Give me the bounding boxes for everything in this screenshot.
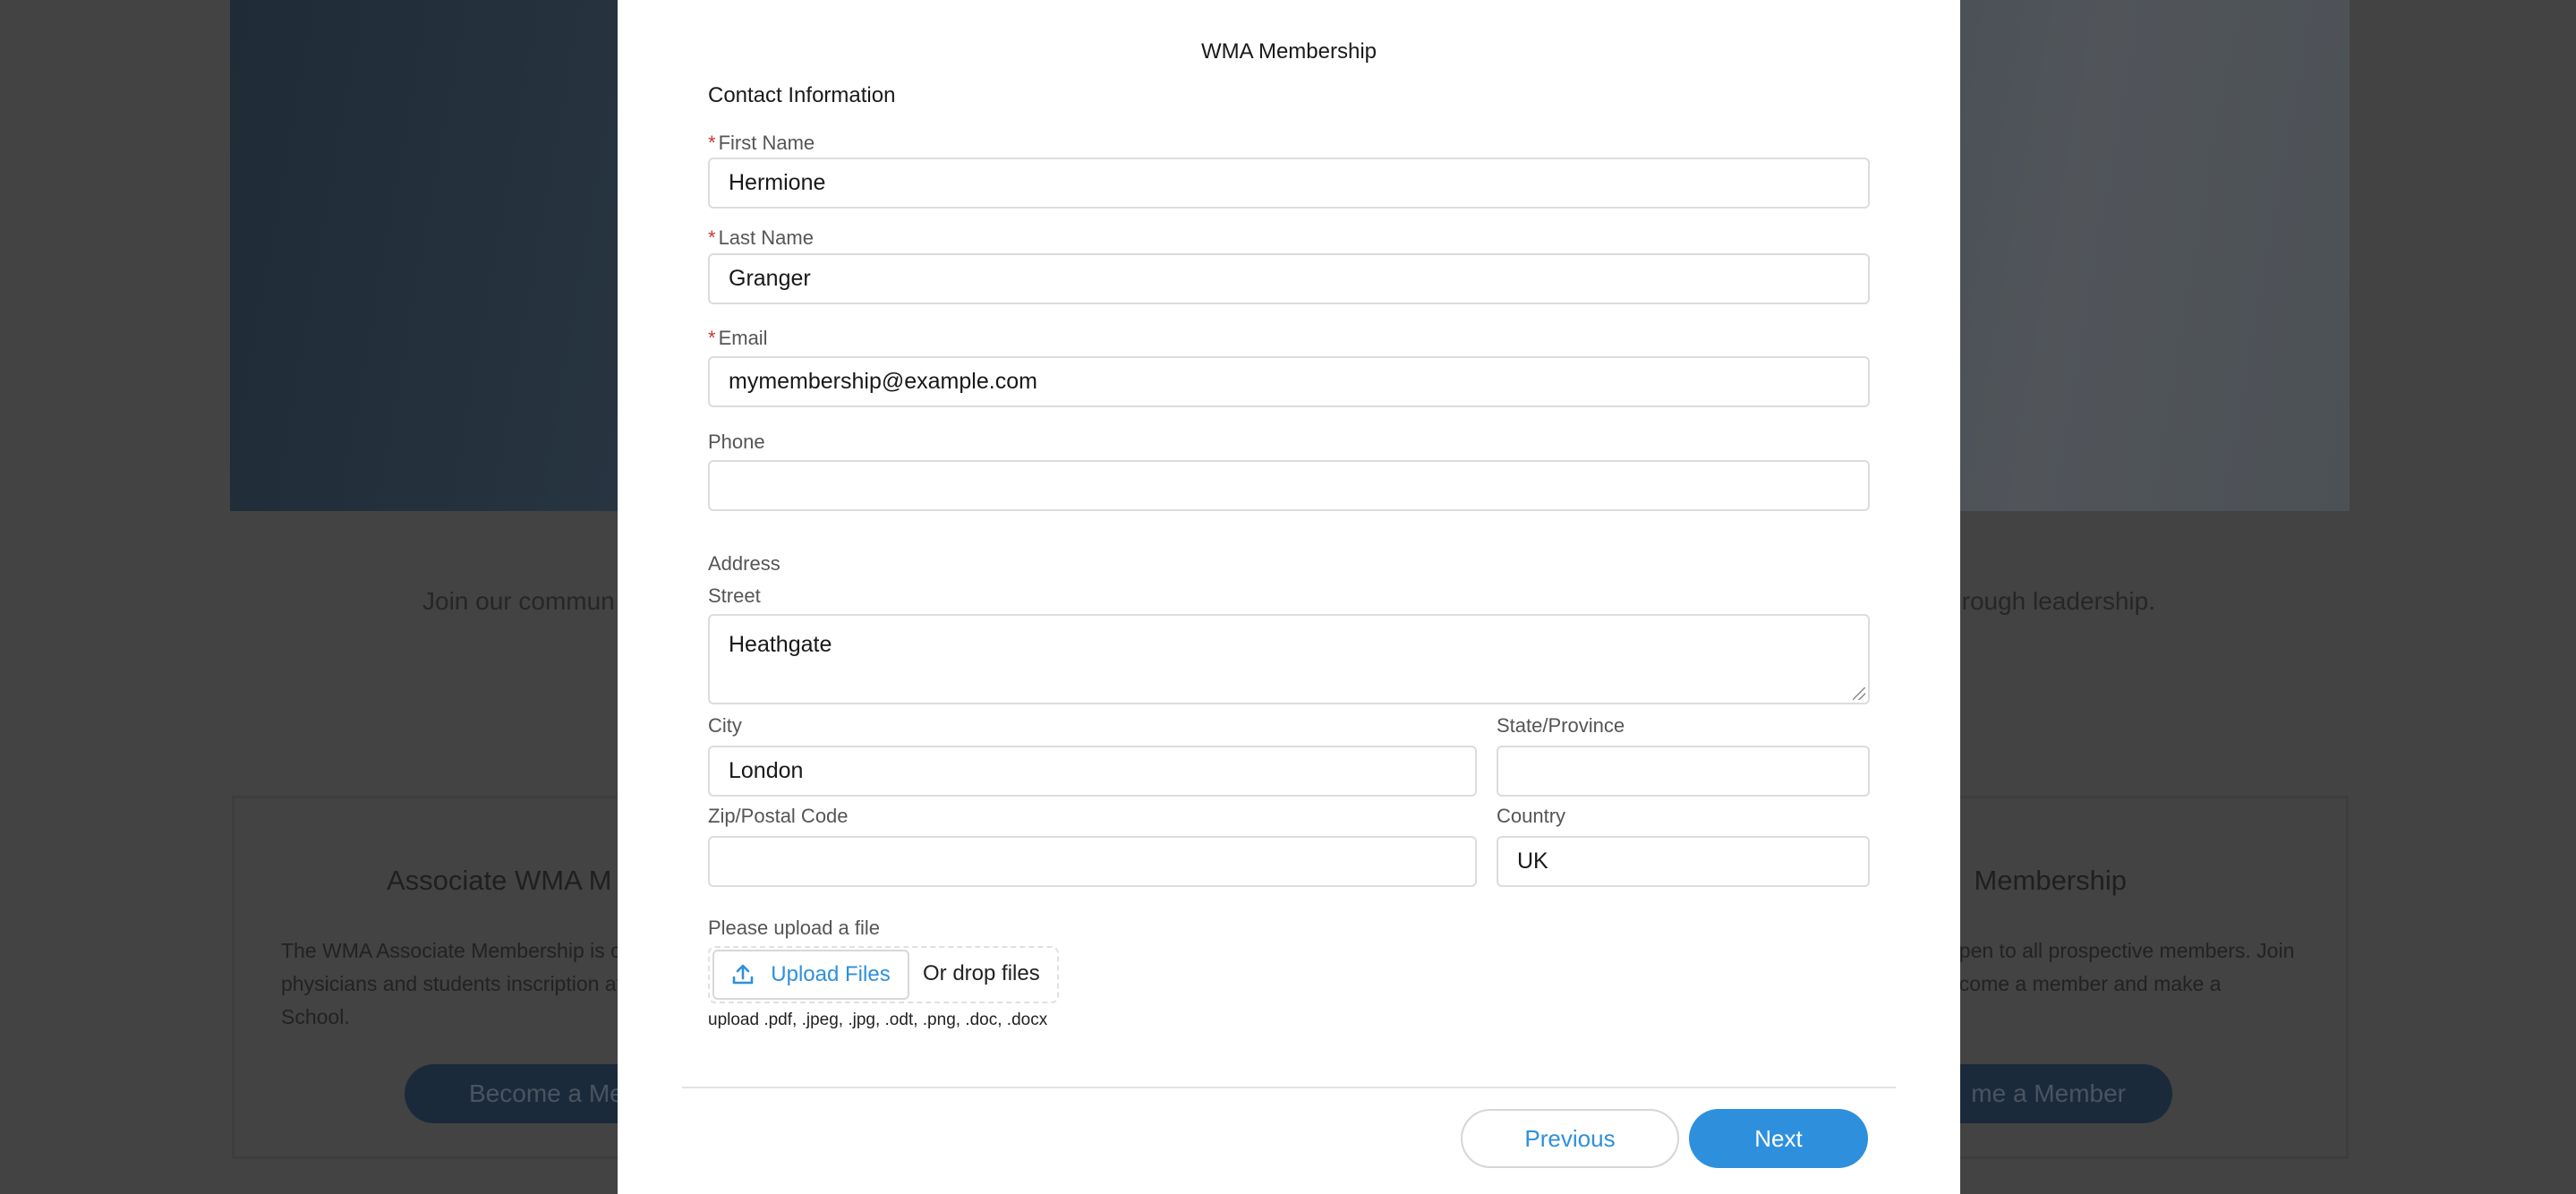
label-text: Email [718, 327, 768, 349]
drop-files-text: Or drop files [923, 961, 1040, 985]
street-value: Heathgate [729, 632, 832, 657]
label-text: First Name [718, 132, 815, 154]
city-input[interactable]: London [708, 746, 1477, 797]
last-name-input[interactable]: Granger [708, 253, 1870, 304]
phone-label: Phone [708, 431, 765, 453]
card-left-heading: Associate WMA M [387, 865, 612, 896]
last-name-label: * Last Name [708, 226, 814, 250]
email-input[interactable]: mymembership@example.com [708, 356, 1870, 407]
intro-text-right: rough leadership. [1961, 587, 2155, 615]
card-right-line: ecome a member and make a [1948, 972, 2222, 995]
country-label: Country [1497, 805, 1566, 827]
card-left-line: The WMA Associate Membership is o [281, 939, 622, 962]
required-mark: * [708, 132, 716, 154]
country-input[interactable]: UK [1497, 836, 1870, 887]
upload-button-label: Upload Files [771, 962, 891, 986]
upload-icon [732, 964, 754, 985]
card-right-body: open to all prospective members. Join ec… [1948, 934, 2294, 1001]
phone-input[interactable] [708, 460, 1870, 511]
state-input[interactable] [1497, 746, 1870, 797]
zip-input[interactable] [708, 836, 1477, 887]
card-right-line: open to all prospective members. Join [1948, 939, 2295, 962]
card-right-heading: Membership [1974, 865, 2127, 896]
previous-button[interactable]: Previous [1461, 1109, 1679, 1168]
resize-handle-icon[interactable] [1853, 687, 1865, 700]
street-label: Street [708, 584, 761, 607]
label-text: Last Name [718, 226, 814, 249]
next-button[interactable]: Next [1689, 1109, 1868, 1168]
required-mark: * [708, 327, 716, 349]
intro-text-left: Join our commun [422, 587, 615, 615]
upload-hint: upload .pdf, .jpeg, .jpg, .odt, .png, .d… [708, 1011, 1048, 1029]
first-name-label: * First Name [708, 132, 815, 155]
first-name-input[interactable]: Hermione [708, 158, 1870, 209]
required-mark: * [708, 226, 716, 249]
upload-files-button[interactable]: Upload Files [712, 950, 909, 1000]
upload-label: Please upload a file [708, 917, 881, 939]
membership-modal: WMA Membership Contact Information * Firs… [618, 0, 1960, 1194]
email-label: * Email [708, 327, 768, 350]
city-label: City [708, 714, 742, 737]
section-heading: Contact Information [708, 83, 896, 107]
card-left-line: School. [281, 1005, 350, 1028]
state-label: State/Province [1497, 714, 1625, 737]
card-left-line: physicians and students inscription at [281, 972, 622, 995]
card-left-body: The WMA Associate Membership is o physic… [281, 934, 622, 1034]
street-textarea[interactable]: Heathgate [708, 614, 1870, 704]
modal-title: WMA Membership [1200, 39, 1378, 64]
address-heading: Address [708, 552, 780, 575]
footer-divider [682, 1087, 1896, 1088]
zip-label: Zip/Postal Code [708, 805, 849, 827]
